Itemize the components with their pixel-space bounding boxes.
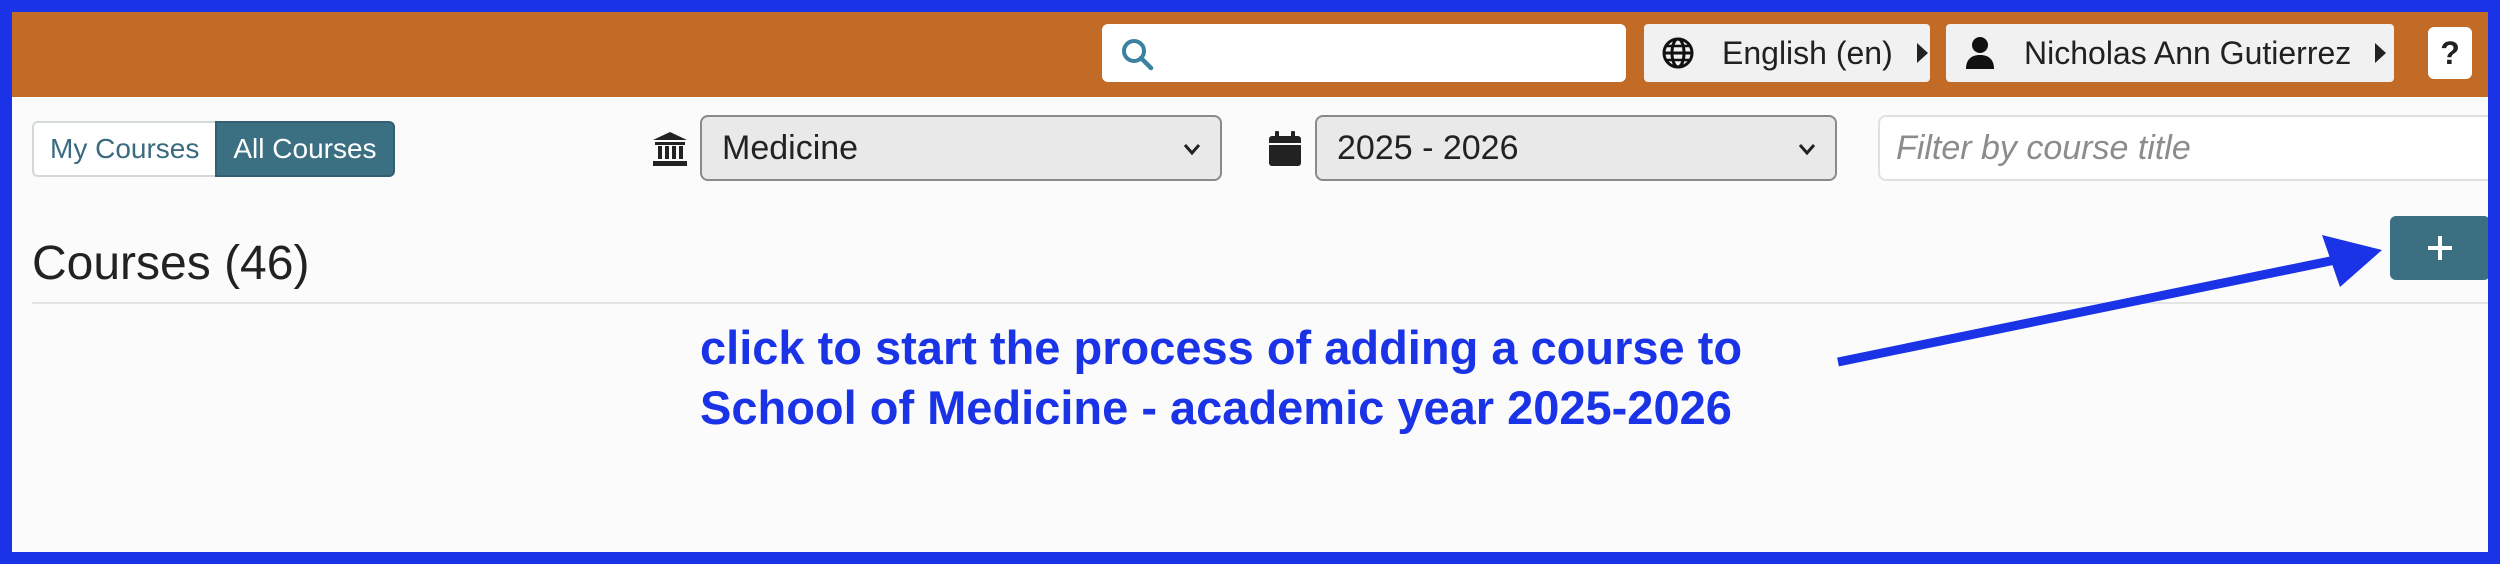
annotation-arrow [1837,235,2382,367]
